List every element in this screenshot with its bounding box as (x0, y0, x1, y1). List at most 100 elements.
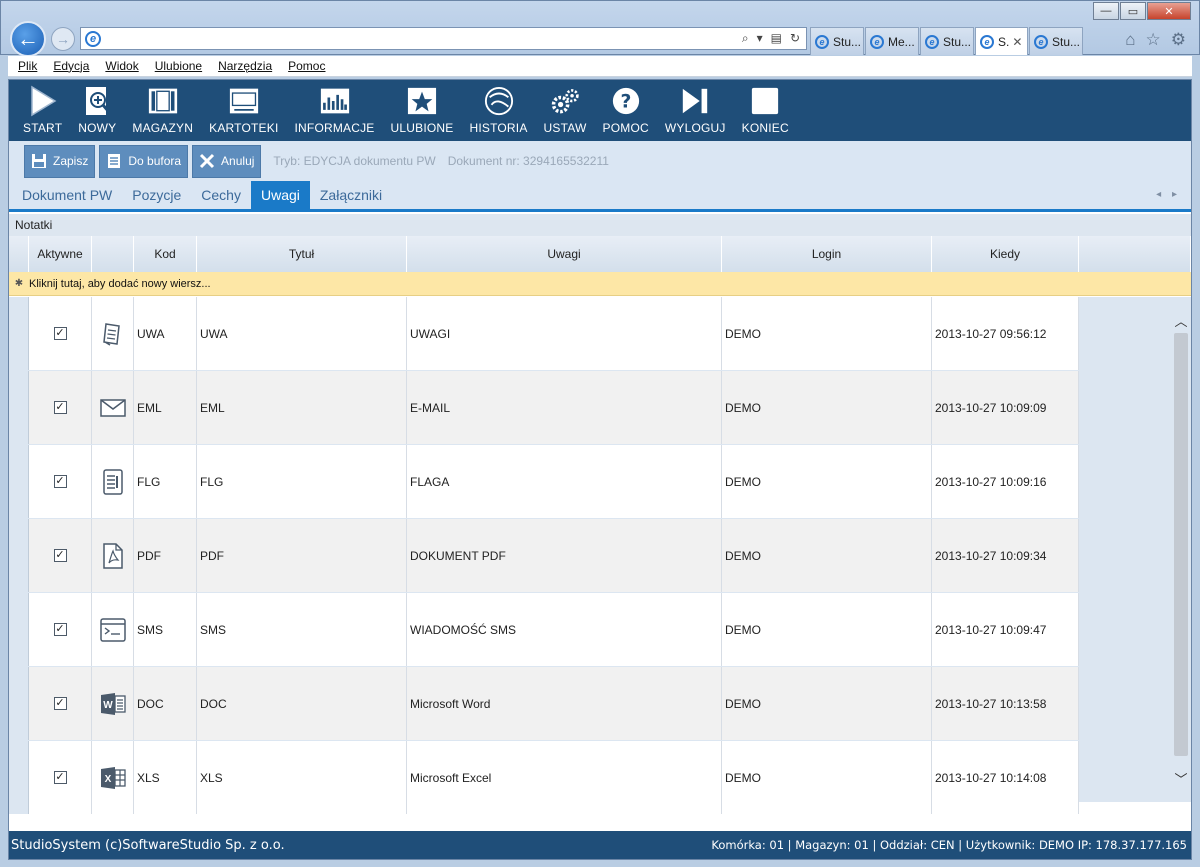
cell-uwagi: DOKUMENT PDF (407, 519, 722, 592)
header-uwagi[interactable]: Uwagi (407, 236, 722, 272)
tab-pozycje[interactable]: Pozycje (122, 181, 191, 209)
maximize-button[interactable]: ▭ (1120, 2, 1146, 20)
forward-button[interactable]: → (51, 27, 75, 51)
toolbar-ustaw-button[interactable]: USTAW (536, 81, 595, 141)
browser-tab-label: Stu... (833, 34, 862, 49)
document-number-text: Dokument nr: 3294165532211 (447, 154, 609, 168)
browser-tab[interactable]: e Me... (865, 27, 919, 55)
toolbar-kartoteki-button[interactable]: KARTOTEKI (201, 81, 286, 141)
gears-icon (550, 85, 580, 117)
favorites-star-icon[interactable]: ☆ (1146, 30, 1161, 50)
toolbar-label: START (23, 121, 63, 135)
header-kod[interactable]: Kod (134, 236, 197, 272)
browser-tab[interactable]: e Stu... (920, 27, 974, 55)
to-buffer-button[interactable]: Do bufora (99, 144, 189, 178)
toolbar-informacje-button[interactable]: INFORMACJE (287, 81, 383, 141)
toolbar-label: WYLOGUJ (664, 121, 726, 135)
refresh-icon[interactable]: ↻ (790, 31, 800, 46)
close-tab-icon[interactable]: ✕ (1012, 35, 1022, 49)
cell-kiedy: 2013-10-27 10:09:09 (932, 371, 1079, 444)
toolbar-magazyn-button[interactable]: MAGAZYN (124, 81, 201, 141)
header-login[interactable]: Login (722, 236, 932, 272)
scroll-thumb[interactable] (1174, 333, 1188, 756)
row-selector[interactable] (9, 741, 29, 814)
row-selector[interactable] (9, 371, 29, 444)
toolbar-koniec-button[interactable]: KONIEC (734, 81, 797, 141)
row-selector[interactable] (9, 667, 29, 740)
toolbar-historia-button[interactable]: HISTORIA (461, 81, 535, 141)
active-checkbox[interactable]: ✓ (53, 401, 67, 414)
cell-aktywne: ✓ (29, 519, 92, 592)
header-kiedy[interactable]: Kiedy (932, 236, 1079, 272)
row-selector[interactable] (9, 445, 29, 518)
svg-text:W: W (103, 700, 113, 711)
compatibility-view-icon[interactable]: ▤ (771, 31, 782, 46)
scroll-up-icon[interactable]: ︿ (1174, 311, 1188, 330)
tab-dokument-pw[interactable]: Dokument PW (12, 181, 122, 209)
star-icon (407, 85, 437, 117)
address-bar: e ⌕ ▾ ▤ ↻ (80, 27, 807, 50)
tab-uwagi[interactable]: Uwagi (250, 181, 310, 209)
back-button[interactable]: ← (10, 21, 46, 57)
minimize-button[interactable]: — (1093, 2, 1119, 20)
table-row[interactable]: ✓ FLG FLG FLAGA DEMO 2013-10-27 10:09:16 (9, 445, 1079, 518)
menu-ulubione[interactable]: Ulubione (155, 59, 202, 73)
table-row[interactable]: ✓ SMS SMS WIADOMOŚĆ SMS DEMO 2013-10-27 … (9, 593, 1079, 666)
row-selector[interactable] (9, 519, 29, 592)
cell-tytul: SMS (197, 593, 407, 666)
browser-tab[interactable]: e Stu... (1029, 27, 1083, 55)
table-row[interactable]: ✓ X XLS XLS Microsoft Excel DEMO 2013-10… (9, 741, 1079, 814)
toolbar-pomoc-button[interactable]: ? POMOC (595, 81, 657, 141)
cancel-x-icon (199, 153, 215, 169)
active-checkbox[interactable]: ✓ (53, 623, 67, 636)
search-icon[interactable]: ⌕ (742, 31, 749, 46)
add-new-row[interactable]: ✱ Kliknij tutaj, aby dodać nowy wiersz..… (9, 272, 1191, 296)
active-checkbox[interactable]: ✓ (53, 327, 67, 340)
close-window-button[interactable]: ✕ (1147, 2, 1191, 20)
table-row[interactable]: ✓ W DOC DOC Microsoft Word DEMO 2013-10-… (9, 667, 1079, 740)
browser-tab-label: S. (998, 34, 1010, 49)
toolbar-wyloguj-button[interactable]: WYLOGUJ (657, 81, 734, 141)
cell-login: DEMO (722, 297, 932, 370)
header-tytul[interactable]: Tytuł (197, 236, 407, 272)
table-row[interactable]: ✓ PDF PDF DOKUMENT PDF DEMO 2013-10-27 1… (9, 519, 1079, 592)
save-button[interactable]: Zapisz (24, 144, 96, 178)
toolbar-new-button[interactable]: NOWY (70, 81, 124, 141)
toolbar-ulubione-button[interactable]: ULUBIONE (383, 81, 462, 141)
address-input[interactable] (105, 28, 742, 49)
dropdown-chevron-icon[interactable]: ▾ (757, 31, 763, 46)
scroll-down-icon[interactable]: ﹀ (1174, 769, 1188, 788)
tab-zalaczniki[interactable]: Załączniki (310, 181, 392, 209)
back-arrow-icon: ← (17, 26, 39, 51)
active-checkbox[interactable]: ✓ (53, 771, 67, 784)
tab-scroll-arrows[interactable]: ◂ ▸ (1156, 189, 1181, 200)
cell-icon (92, 297, 134, 370)
row-selector[interactable] (9, 297, 29, 370)
menu-edycja[interactable]: Edycja (53, 59, 89, 73)
tab-cechy[interactable]: Cechy (191, 181, 251, 209)
browser-tab-active[interactable]: e S. ✕ (975, 27, 1028, 55)
menu-widok[interactable]: Widok (105, 59, 138, 73)
table-row[interactable]: ✓ UWA UWA UWAGI DEMO 2013-10-27 09:56:12 (9, 297, 1079, 370)
menu-pomoc[interactable]: Pomoc (288, 59, 325, 73)
cancel-button[interactable]: Anuluj (192, 144, 262, 178)
home-icon[interactable]: ⌂ (1125, 30, 1135, 50)
menu-narzedzia[interactable]: Narzędzia (218, 59, 272, 73)
header-icon[interactable] (92, 236, 134, 272)
row-selector[interactable] (9, 593, 29, 666)
table-row[interactable]: ✓ EML EML E-MAIL DEMO 2013-10-27 10:09:0… (9, 371, 1079, 444)
cancel-label: Anuluj (221, 154, 255, 168)
toolbar-start-button[interactable]: START (15, 81, 70, 141)
save-icon (31, 153, 47, 169)
active-checkbox[interactable]: ✓ (53, 549, 67, 562)
header-aktywne[interactable]: Aktywne (29, 236, 92, 272)
menu-plik[interactable]: Plik (18, 59, 37, 73)
active-checkbox[interactable]: ✓ (53, 697, 67, 710)
settings-gear-icon[interactable]: ⚙ (1171, 30, 1186, 50)
browser-tab[interactable]: e Stu... (810, 27, 864, 55)
active-checkbox[interactable]: ✓ (53, 475, 67, 488)
vertical-scrollbar[interactable]: ︿ ﹀ (1172, 297, 1190, 802)
svg-text:?: ? (620, 92, 631, 113)
clipboard-icon (106, 153, 122, 169)
flag-document-icon (102, 468, 123, 495)
